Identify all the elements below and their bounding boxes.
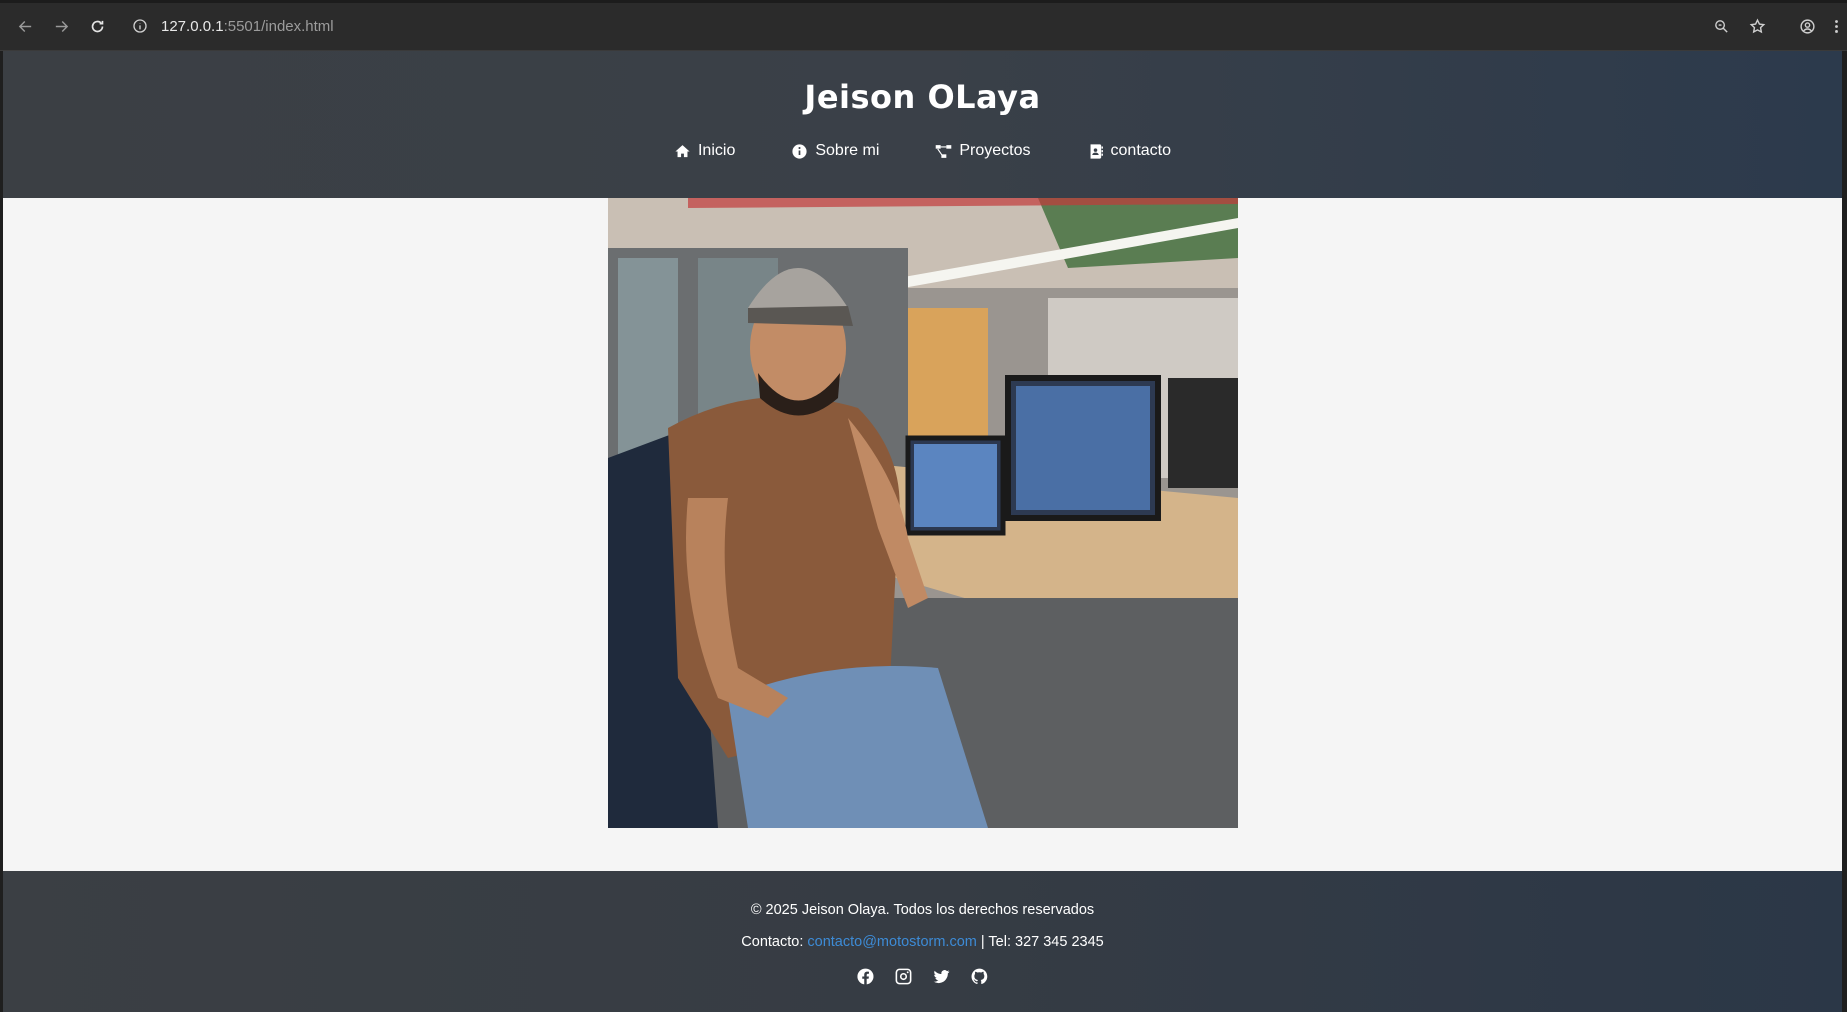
contact-phone: | Tel: 327 345 2345 bbox=[976, 934, 1104, 950]
site-title: Jeison OLaya bbox=[804, 78, 1041, 116]
nav-link-label: Proyectos bbox=[959, 142, 1031, 159]
back-button-icon[interactable] bbox=[7, 8, 43, 44]
twitter-icon[interactable] bbox=[932, 966, 952, 986]
tab-strip bbox=[0, 0, 1847, 3]
address-book-icon bbox=[1090, 143, 1103, 159]
main-nav: Inicio Sobre mi Proyectos contacto bbox=[646, 142, 1199, 160]
contact-email-link[interactable]: contacto@motostorm.com bbox=[807, 934, 976, 950]
reload-icon[interactable] bbox=[79, 8, 115, 44]
browser-toolbar: 127.0.0.1:5501/index.html bbox=[0, 0, 1847, 51]
github-icon[interactable] bbox=[970, 966, 990, 986]
address-bar[interactable]: 127.0.0.1:5501/index.html bbox=[125, 9, 1655, 43]
site-info-icon[interactable] bbox=[125, 18, 155, 34]
profile-photo-illustration bbox=[608, 198, 1238, 828]
project-diagram-icon bbox=[936, 144, 952, 158]
info-icon bbox=[792, 143, 807, 159]
forward-button-icon[interactable] bbox=[43, 8, 79, 44]
home-icon bbox=[675, 144, 690, 157]
nav-link-inicio[interactable]: Inicio bbox=[646, 142, 763, 160]
nav-link-label: Inicio bbox=[697, 142, 736, 159]
copyright-text: © 2025 Jeison Olaya. Todos los derechos … bbox=[750, 902, 1095, 918]
contact-prefix: Contacto: bbox=[741, 934, 808, 950]
window-edge bbox=[1842, 51, 1847, 1012]
menu-kebab-icon[interactable] bbox=[1825, 8, 1847, 44]
nav-link-proyectos[interactable]: Proyectos bbox=[907, 142, 1058, 160]
page-viewport: Jeison OLaya Inicio Sobre mi Proyectos c… bbox=[3, 51, 1842, 1012]
bookmark-star-icon[interactable] bbox=[1739, 8, 1775, 44]
nav-link-sobre-mi[interactable]: Sobre mi bbox=[763, 142, 907, 160]
nav-link-label: contacto bbox=[1110, 142, 1171, 159]
zoom-icon[interactable] bbox=[1703, 8, 1739, 44]
main-content bbox=[3, 198, 1842, 871]
instagram-icon[interactable] bbox=[894, 966, 914, 986]
nav-link-label: Sobre mi bbox=[815, 142, 880, 159]
profile-icon[interactable] bbox=[1789, 8, 1825, 44]
profile-photo bbox=[608, 198, 1238, 828]
social-links bbox=[856, 966, 990, 986]
contact-line: Contacto: contacto@motostorm.com | Tel: … bbox=[741, 934, 1103, 950]
site-header: Jeison OLaya Inicio Sobre mi Proyectos c… bbox=[3, 51, 1842, 198]
url-text[interactable]: 127.0.0.1:5501/index.html bbox=[161, 18, 334, 35]
nav-link-contacto[interactable]: contacto bbox=[1059, 142, 1199, 160]
site-footer: © 2025 Jeison Olaya. Todos los derechos … bbox=[3, 871, 1842, 1012]
facebook-icon[interactable] bbox=[856, 966, 876, 986]
